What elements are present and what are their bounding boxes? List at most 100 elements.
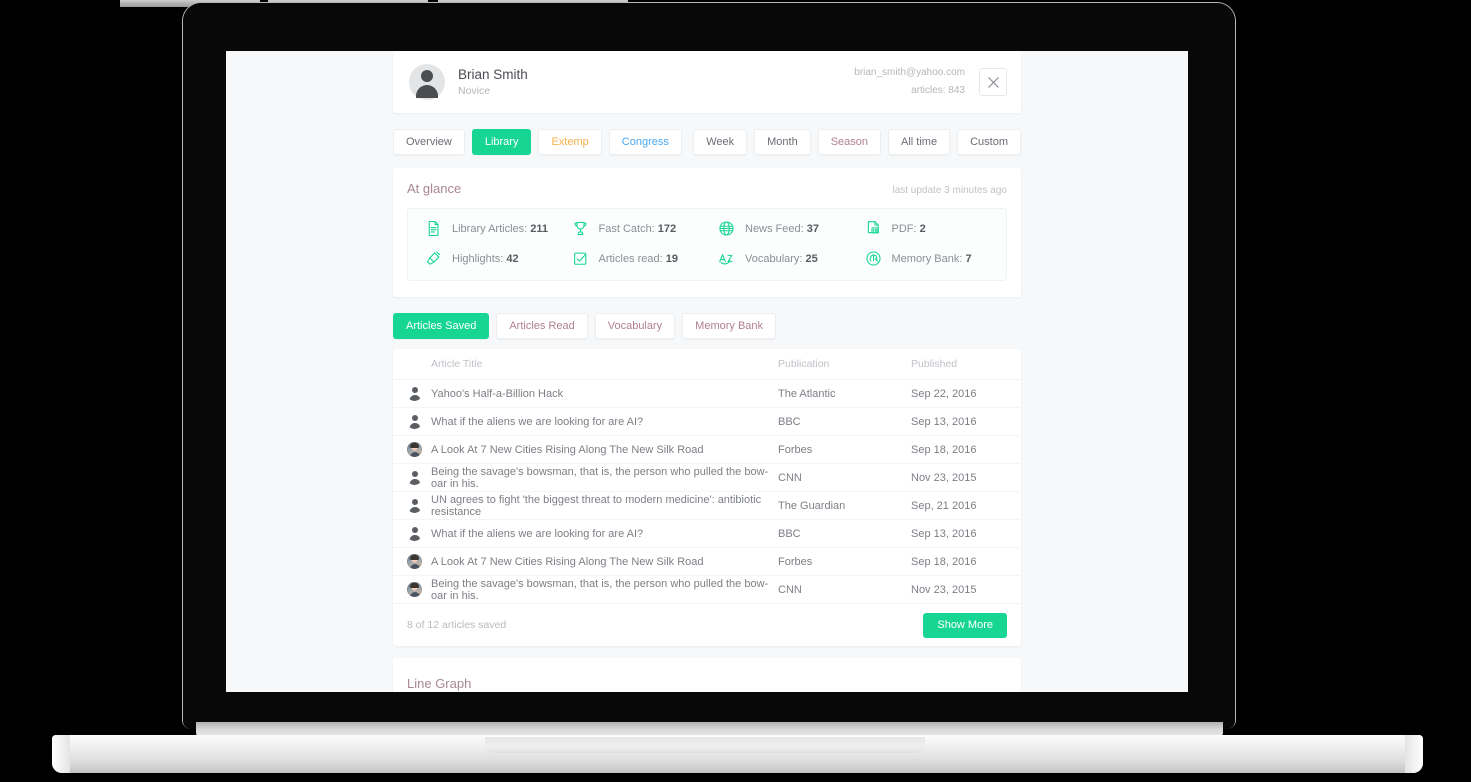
- stat-document: Library Articles: 211: [414, 219, 561, 238]
- cell-article-title: A Look At 7 New Cities Rising Along The …: [407, 442, 778, 457]
- stat-label: Library Articles: 211: [452, 222, 548, 235]
- table-footer: 8 of 12 articles saved Show More: [393, 604, 1021, 646]
- table-row[interactable]: UN agrees to fight 'the biggest threat t…: [393, 492, 1021, 520]
- line-graph-card: Line Graph: [393, 658, 1021, 692]
- cell-article-title: A Look At 7 New Cities Rising Along The …: [407, 554, 778, 569]
- stat-label: Vocabulary: 25: [745, 252, 818, 265]
- column-header-article-title: Article Title: [431, 358, 483, 370]
- cell-article-title: UN agrees to fight 'the biggest threat t…: [407, 494, 778, 518]
- photo-avatar-icon: [407, 554, 422, 569]
- article-title-text: A Look At 7 New Cities Rising Along The …: [431, 555, 704, 568]
- content-tab-memory-bank[interactable]: Memory Bank: [682, 313, 777, 339]
- stat-highlighter: Highlights: 42: [414, 249, 561, 268]
- highlighter-icon: [424, 249, 443, 268]
- cell-publication: CNN: [778, 471, 802, 484]
- tab-overview[interactable]: Overview: [393, 129, 465, 155]
- range-tab-group: Week Month Season All time Custom: [693, 129, 1021, 155]
- column-header-published: Published: [911, 358, 958, 370]
- default-avatar-icon: [407, 470, 422, 485]
- show-more-button[interactable]: Show More: [923, 612, 1007, 638]
- default-avatar-icon: [407, 414, 422, 429]
- range-season[interactable]: Season: [817, 129, 882, 155]
- close-icon: [987, 76, 999, 88]
- stat-label: Articles read: 19: [598, 252, 679, 265]
- close-button[interactable]: [979, 68, 1007, 96]
- cell-publication: BBC: [778, 415, 801, 428]
- photo-avatar-icon: [407, 442, 422, 457]
- tab-library[interactable]: Library: [471, 129, 532, 155]
- stat-label: News Feed: 37: [745, 222, 819, 235]
- table-row[interactable]: Being the savage's bowsman, that is, the…: [393, 576, 1021, 604]
- checkbox-icon: [571, 249, 590, 268]
- range-all-time[interactable]: All time: [888, 129, 951, 155]
- cell-article-title: What if the aliens we are looking for ar…: [407, 526, 778, 541]
- content-tab-articles-read[interactable]: Articles Read: [496, 313, 588, 339]
- tab-extemp[interactable]: Extemp: [538, 129, 602, 155]
- content-tab-articles-saved[interactable]: Articles Saved: [393, 313, 490, 339]
- table-row[interactable]: Being the savage's bowsman, that is, the…: [393, 464, 1021, 492]
- cell-article-title: Being the savage's bowsman, that is, the…: [407, 578, 778, 602]
- article-title-text: Being the savage's bowsman, that is, the…: [431, 465, 769, 490]
- stat-value: 7: [965, 252, 972, 265]
- cell-article-title: Yahoo's Half-a-Billion Hack: [407, 386, 778, 401]
- cell-published: Sep 13, 2016: [911, 415, 977, 428]
- at-glance-header: At glance last update 3 minutes ago: [407, 181, 1007, 196]
- profile-rank: Novice: [458, 85, 491, 97]
- table-row[interactable]: A Look At 7 New Cities Rising Along The …: [393, 436, 1021, 464]
- range-week[interactable]: Week: [693, 129, 748, 155]
- content-tab-vocabulary[interactable]: Vocabulary: [594, 313, 676, 339]
- default-avatar-icon: [407, 526, 422, 541]
- profile-email: brian_smith@yahoo.com: [854, 67, 965, 78]
- cell-article-title: Being the savage's bowsman, that is, the…: [407, 466, 778, 490]
- stat-brain: Memory Bank: 7: [854, 249, 1001, 268]
- article-title-text: A Look At 7 New Cities Rising Along The …: [431, 443, 704, 456]
- cell-published: Nov 23, 2015: [911, 583, 977, 596]
- table-row[interactable]: What if the aliens we are looking for ar…: [393, 408, 1021, 436]
- stat-label: PDF: 2: [891, 222, 926, 235]
- article-title-text: What if the aliens we are looking for ar…: [431, 415, 644, 428]
- table-header-row: Article Title Publication Published: [393, 349, 1021, 380]
- cell-publication: The Atlantic: [778, 387, 836, 400]
- tab-bar: Overview Library Extemp Congress Week Month S…: [393, 129, 1021, 155]
- globe-icon: [717, 219, 736, 238]
- default-avatar-icon: [407, 386, 422, 401]
- profile-articles-count: articles: 843: [911, 85, 965, 96]
- brain-icon: [864, 249, 883, 268]
- column-header-publication: Publication: [778, 358, 830, 370]
- trophy-icon: [571, 219, 590, 238]
- profile-name: Brian Smith: [458, 67, 528, 82]
- table-row[interactable]: A Look At 7 New Cities Rising Along The …: [393, 548, 1021, 576]
- stat-value: 211: [530, 222, 548, 235]
- article-title-text: UN agrees to fight 'the biggest threat t…: [431, 493, 762, 518]
- cell-publication: The Guardian: [778, 499, 846, 512]
- stat-value: 37: [806, 222, 819, 235]
- content-tab-group: Articles Saved Articles Read Vocabulary Mem…: [393, 313, 783, 339]
- cell-published: Sep 22, 2016: [911, 387, 977, 400]
- screen-viewport: Brian Smith Novice brian_smith@yahoo.com…: [226, 51, 1188, 692]
- stat-checkbox: Articles read: 19: [561, 249, 708, 268]
- cell-publication: Forbes: [778, 443, 813, 456]
- range-custom[interactable]: Custom: [957, 129, 1021, 155]
- cell-article-title: What if the aliens we are looking for ar…: [407, 414, 778, 429]
- cell-publication: Forbes: [778, 555, 813, 568]
- range-month[interactable]: Month: [754, 129, 811, 155]
- cell-published: Sep 18, 2016: [911, 555, 977, 568]
- line-graph-title: Line Graph: [407, 676, 472, 691]
- cell-published: Nov 23, 2015: [911, 471, 977, 484]
- table-body: Yahoo's Half-a-Billion Hack The Atlantic S…: [393, 380, 1021, 604]
- table-row[interactable]: What if the aliens we are looking for ar…: [393, 520, 1021, 548]
- laptop-base-right-edge: [1405, 735, 1423, 773]
- table-row[interactable]: Yahoo's Half-a-Billion Hack The Atlantic S…: [393, 380, 1021, 408]
- stat-value: 25: [805, 252, 818, 265]
- tab-congress[interactable]: Congress: [608, 129, 682, 155]
- stat-label: Highlights: 42: [452, 252, 519, 265]
- content-tab-bar: Articles Saved Articles Read Vocabulary Mem…: [393, 313, 1021, 339]
- profile-identity: Brian Smith Novice: [458, 66, 528, 98]
- article-title-text: Being the savage's bowsman, that is, the…: [431, 577, 769, 602]
- cell-published: Sep, 21 2016: [911, 499, 977, 512]
- at-glance-title: At glance: [407, 181, 462, 196]
- profile-meta: brian_smith@yahoo.com articles: 843: [854, 66, 965, 98]
- cell-published: Sep 18, 2016: [911, 443, 977, 456]
- stat-value: 2: [919, 222, 926, 235]
- stat-value: 42: [506, 252, 519, 265]
